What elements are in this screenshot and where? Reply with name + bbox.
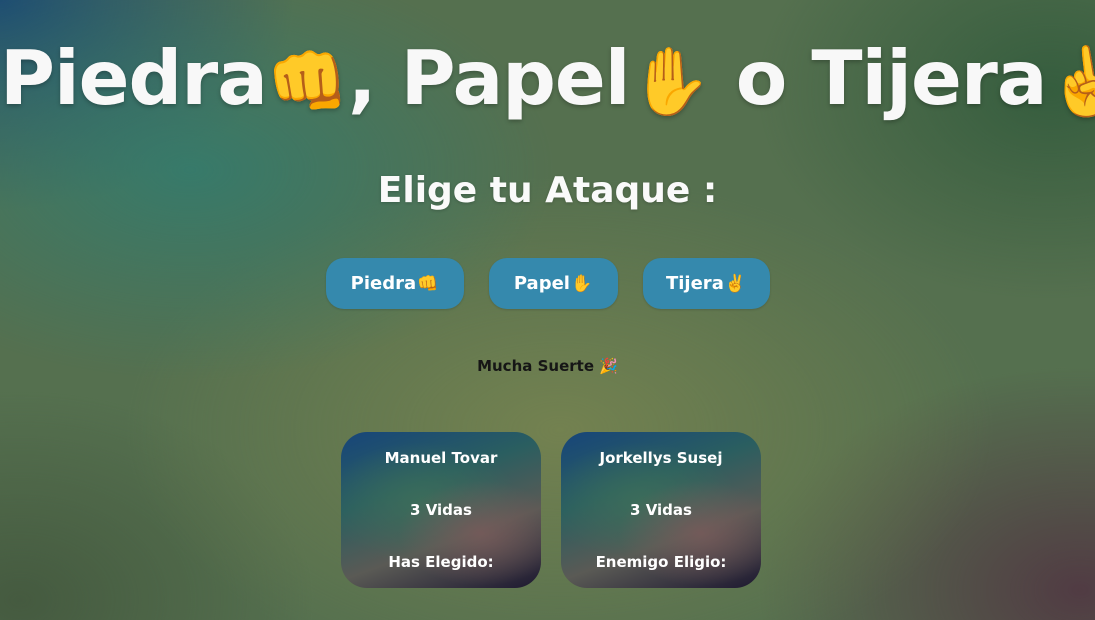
piedra-button-label: Piedra [350, 273, 417, 294]
enemy-lives: 3 Vidas [630, 501, 692, 519]
page-title: Piedra👊, Papel✋ o Tijera✌️ [0, 28, 1095, 132]
raised-hand-icon: ✋ [570, 273, 593, 294]
title-separator-o: o [710, 34, 812, 122]
enemy-choice-label: Enemigo Eligio: [595, 553, 727, 571]
title-piedra: Piedra [0, 34, 268, 122]
title-tijera: Tijera [811, 34, 1047, 122]
title-separator-comma: , [348, 34, 401, 122]
attack-buttons: Piedra 👊 Papel ✋ Tijera ✌️ [0, 258, 1095, 309]
player-name: Manuel Tovar [384, 449, 498, 467]
enemy-name: Jorkellys Susej [599, 449, 723, 467]
player-choice-label: Has Elegido: [388, 553, 494, 571]
piedra-button[interactable]: Piedra 👊 [325, 258, 464, 309]
status-message: Mucha Suerte 🎉 [477, 357, 618, 375]
victory-hand-icon: ✌️ [724, 273, 747, 294]
fist-icon: 👊 [266, 43, 349, 120]
enemy-card: Jorkellys Susej 3 Vidas Enemigo Eligio: [561, 432, 761, 588]
player-card: Manuel Tovar 3 Vidas Has Elegido: [341, 432, 541, 588]
title-papel: Papel [400, 34, 631, 122]
player-cards: Manuel Tovar 3 Vidas Has Elegido: Jorkel… [341, 432, 761, 588]
tijera-button[interactable]: Tijera ✌️ [642, 258, 770, 309]
attack-prompt: Elige tu Ataque : [377, 170, 718, 211]
victory-hand-icon: ✌️ [1046, 43, 1095, 120]
fist-icon: 👊 [417, 273, 439, 294]
tijera-button-label: Tijera [665, 273, 724, 294]
player-lives: 3 Vidas [410, 501, 472, 519]
papel-button[interactable]: Papel ✋ [488, 258, 618, 309]
raised-hand-icon: ✋ [629, 43, 711, 120]
papel-button-label: Papel [513, 273, 570, 294]
